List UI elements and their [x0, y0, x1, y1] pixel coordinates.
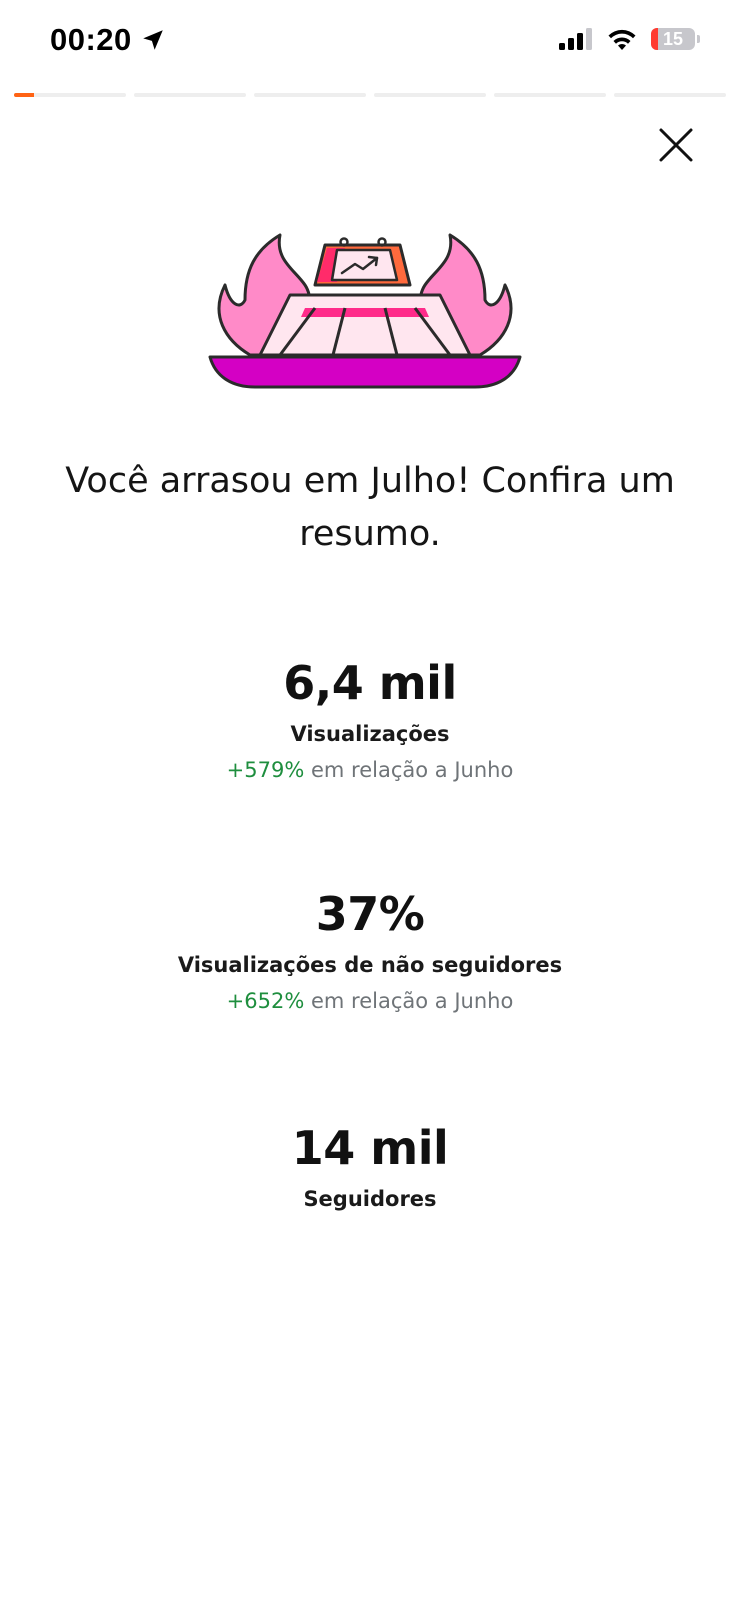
- stat-delta: +579%: [226, 758, 305, 782]
- close-button[interactable]: [656, 125, 696, 165]
- status-time: 00:20: [50, 22, 132, 57]
- stat-views: 6,4 mil Visualizações +579% em relação a…: [0, 655, 740, 785]
- story-progress-segment: [374, 93, 486, 97]
- story-progress-bar: [14, 93, 726, 97]
- stat-label: Visualizações de não seguidores: [177, 953, 563, 977]
- stat-label: Seguidores: [303, 1187, 437, 1211]
- status-time-group: 00:20: [50, 22, 166, 58]
- stat-value: 6,4 mil: [283, 656, 457, 710]
- story-progress-segment: [254, 93, 366, 97]
- stat-change: +579% em relação a Junho: [0, 755, 740, 785]
- story-progress-segment: [14, 93, 126, 97]
- stat-label: Visualizações: [290, 722, 450, 746]
- close-icon: [659, 128, 693, 162]
- wifi-icon: [608, 29, 636, 50]
- battery-cap: [697, 35, 700, 43]
- stat-value: 14 mil: [291, 1121, 449, 1175]
- location-arrow-icon: [143, 30, 163, 50]
- stat-delta: +652%: [226, 989, 305, 1013]
- battery-icon: 15: [651, 28, 695, 50]
- stat-change: +652% em relação a Junho: [0, 986, 740, 1016]
- status-bar: 00:20 15: [0, 0, 740, 84]
- stat-non-follower-views: 37% Visualizações de não seguidores +652…: [0, 886, 740, 1016]
- battery-percentage: 15: [662, 28, 684, 49]
- stat-comparison: em relação a Junho: [311, 989, 514, 1013]
- stat-value: 37%: [315, 887, 425, 941]
- story-progress-segment: [134, 93, 246, 97]
- story-progress-segment: [494, 93, 606, 97]
- story-progress-fill: [14, 93, 35, 97]
- stat-followers: 14 mil Seguidores: [0, 1120, 740, 1214]
- flaming-stage-trophy-illustration: [208, 233, 522, 389]
- story-progress-segment: [614, 93, 726, 97]
- system-icons: 15: [557, 26, 700, 52]
- stat-comparison: em relação a Junho: [311, 758, 514, 782]
- cellular-signal-icon: [559, 28, 592, 50]
- headline: Você arrasou em Julho! Confira um resumo…: [65, 461, 675, 554]
